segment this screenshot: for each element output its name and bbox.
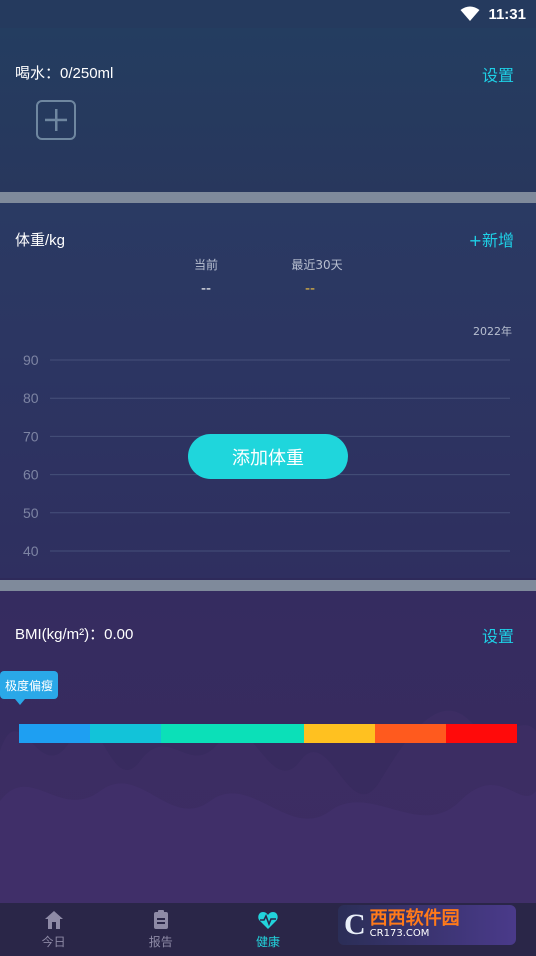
status-time: 11:31 xyxy=(488,5,526,23)
year-label: 2022年 xyxy=(473,325,512,338)
watermark-sub: CR173.COM xyxy=(369,928,430,940)
watermark-main: 西西软件园 xyxy=(369,908,460,930)
bmi-segment xyxy=(303,724,375,743)
y-tick-label: 70 xyxy=(23,428,39,444)
add-weight-link[interactable]: +新增 xyxy=(469,227,514,251)
tab-label: 报告 xyxy=(148,935,173,949)
bmi-section: BMI(kg/m²)：0.00 设置 极度偏瘦 xyxy=(0,591,536,903)
water-settings-link[interactable]: 设置 xyxy=(482,62,514,86)
wave-decoration xyxy=(0,710,536,903)
recent-30-value: -- xyxy=(304,281,316,297)
bmi-segment xyxy=(161,724,304,743)
current-label: 当前 xyxy=(193,258,218,272)
recent-30-label: 最近30天 xyxy=(291,258,343,272)
section-divider-2 xyxy=(0,580,536,591)
bubble-pointer xyxy=(15,699,25,705)
bmi-segment xyxy=(445,724,517,743)
current-value: -- xyxy=(200,281,212,297)
section-divider xyxy=(0,192,536,203)
report-icon xyxy=(153,910,168,929)
tab-today[interactable]: 今日 xyxy=(0,903,107,956)
status-bar: 11:31 xyxy=(0,0,536,28)
bmi-title: BMI(kg/m²)：0.00 xyxy=(15,626,134,643)
wifi-icon xyxy=(460,6,480,21)
plus-icon xyxy=(45,109,67,131)
bmi-segment xyxy=(90,724,162,743)
add-water-button[interactable] xyxy=(36,100,76,140)
tab-label: 今日 xyxy=(41,935,66,949)
site-watermark: C 西西软件园 CR173.COM xyxy=(338,905,516,945)
y-tick-label: 80 xyxy=(23,390,39,406)
bmi-category-bubble: 极度偏瘦 xyxy=(0,671,59,699)
bmi-settings-link[interactable]: 设置 xyxy=(482,623,514,647)
water-section: 喝水：0/250ml 设置 xyxy=(0,28,536,192)
bmi-scale-bar xyxy=(19,724,517,743)
y-tick-label: 60 xyxy=(23,467,39,483)
tab-health[interactable]: 健康 xyxy=(214,903,321,956)
watermark-logo-letter: C xyxy=(344,908,366,941)
bmi-segment xyxy=(19,724,91,743)
heartbeat-icon xyxy=(258,912,278,929)
y-tick-label: 40 xyxy=(23,543,39,559)
y-tick-label: 90 xyxy=(23,352,39,368)
tab-label: 健康 xyxy=(256,935,281,949)
bmi-segment xyxy=(374,724,446,743)
weight-section: 体重/kg +新增 当前 -- 最近30天 -- 2022年 90 80 70 60 5… xyxy=(0,203,536,578)
water-title: 喝水：0/250ml xyxy=(15,65,114,82)
tab-report[interactable]: 报告 xyxy=(107,903,214,956)
weight-title: 体重/kg xyxy=(15,232,66,249)
home-icon xyxy=(44,911,63,929)
y-tick-label: 50 xyxy=(23,505,39,521)
status-right: 11:31 xyxy=(460,4,526,24)
add-weight-button[interactable]: 添加体重 xyxy=(188,434,348,479)
